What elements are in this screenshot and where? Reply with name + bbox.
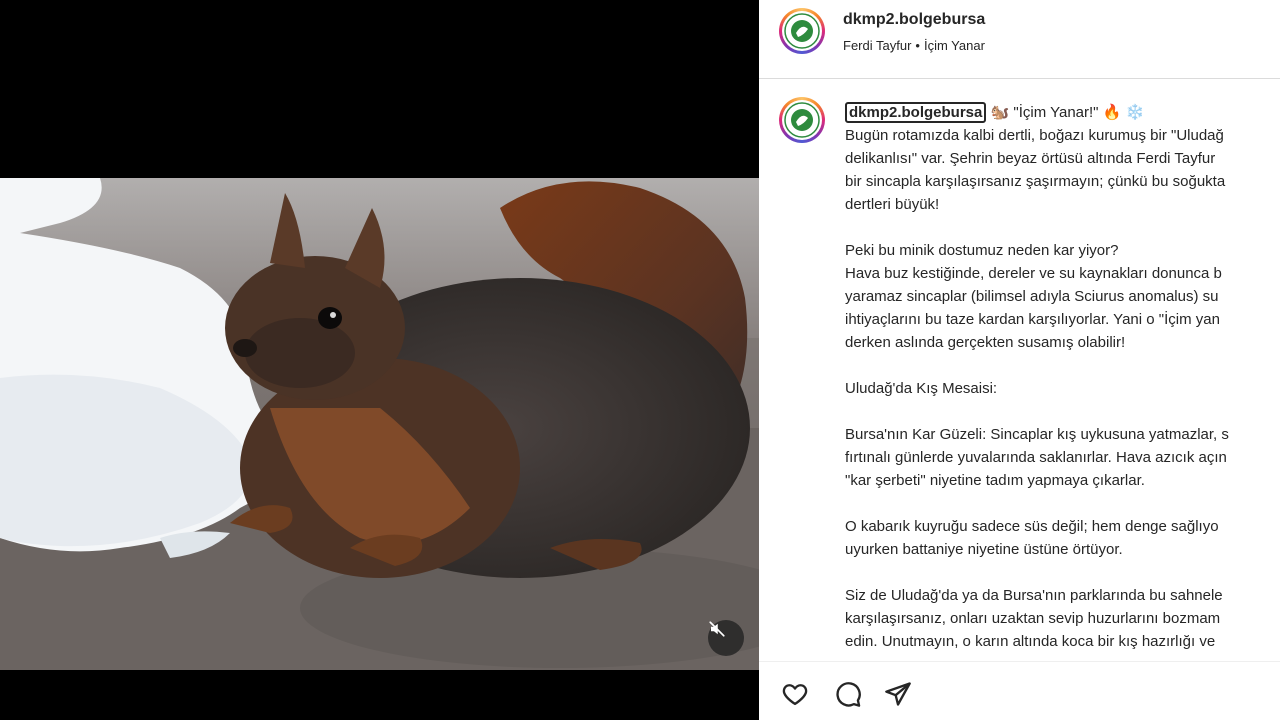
- caption-title: 🐿️ "İçim Yanar!" 🔥 ❄️: [990, 104, 1145, 121]
- caption-line: derken aslında gerçekten susamış olabili…: [845, 334, 1126, 351]
- caption-line: var: [845, 653, 1280, 660]
- caption-spacer: [845, 400, 1280, 423]
- caption-section: dkmp2.bolgebursa 🐿️ "İçim Yanar!" 🔥 ❄️ B…: [759, 79, 1280, 660]
- caption-line: edin. Unutmayın, o karın altında koca bi…: [845, 633, 1216, 650]
- squirrel-in-snow-image: [0, 178, 759, 670]
- action-bar: [759, 661, 1280, 720]
- audio-info[interactable]: Ferdi Tayfur • İçim Yanar: [843, 38, 985, 53]
- video-frame[interactable]: [0, 178, 759, 670]
- caption-spacer: [845, 561, 1280, 584]
- like-button[interactable]: [780, 679, 810, 709]
- caption-spacer: [845, 354, 1280, 377]
- heart-icon: [782, 684, 808, 706]
- caption-line: bir sincapla karşılaşırsanız şaşırmayın;…: [845, 173, 1226, 190]
- caption-text: dkmp2.bolgebursa 🐿️ "İçim Yanar!" 🔥 ❄️ B…: [845, 101, 1280, 660]
- caption-line: ihtiyaçlarını bu taze kardan karşılıyorl…: [845, 311, 1220, 328]
- caption-first-line: dkmp2.bolgebursa 🐿️ "İçim Yanar!" 🔥 ❄️: [845, 101, 1280, 124]
- caption-username[interactable]: dkmp2.bolgebursa: [845, 102, 987, 123]
- separator: •: [915, 38, 920, 53]
- post-username[interactable]: dkmp2.bolgebursa: [843, 11, 985, 29]
- caption-line: Siz de Uludağ'da ya da Bursa'nın parklar…: [845, 587, 1223, 604]
- dkmp-logo-icon: [784, 13, 820, 49]
- mute-button[interactable]: [708, 620, 744, 656]
- post-panel: dkmp2.bolgebursa Ferdi Tayfur • İçim Yanar…: [759, 0, 1280, 720]
- comment-icon: [836, 682, 861, 707]
- caption-line: Peki bu minik dostumuz neden kar yiyor?: [845, 242, 1119, 259]
- caption-avatar[interactable]: [779, 97, 825, 143]
- avatar[interactable]: [779, 8, 825, 54]
- comment-button[interactable]: [833, 679, 863, 709]
- dkmp-logo-icon: [784, 102, 820, 138]
- audio-artist: Ferdi Tayfur: [843, 38, 912, 53]
- caption-line: O kabarık kuyruğu sadece süs değil; hem …: [845, 518, 1219, 535]
- caption-line: Bursa'nın Kar Güzeli: Sincaplar kış uyku…: [845, 426, 1229, 443]
- caption-line: fırtınalı günlerde yuvalarında saklanırl…: [845, 449, 1227, 466]
- paper-plane-icon: [885, 682, 911, 706]
- post-header: dkmp2.bolgebursa Ferdi Tayfur • İçim Yanar: [759, 0, 1280, 79]
- caption-spacer: [845, 216, 1280, 239]
- caption-line: dertleri büyük!: [845, 196, 940, 213]
- caption-line: Hava buz kestiğinde, dereler ve su kayna…: [845, 265, 1222, 282]
- caption-spacer: [845, 492, 1280, 515]
- caption-line: Bugün rotamızda kalbi dertli, boğazı kur…: [845, 127, 1224, 144]
- speaker-muted-icon: [709, 621, 725, 637]
- post-media[interactable]: [0, 0, 759, 720]
- caption-line: uyurken battaniye niyetine üstüne örtüyo…: [845, 541, 1123, 558]
- caption-line: "kar şerbeti" niyetine tadım yapmaya çık…: [845, 472, 1145, 489]
- caption-line: Uludağ'da Kış Mesaisi:: [845, 380, 998, 397]
- caption-line: karşılaşırsanız, onları uzaktan sevip hu…: [845, 610, 1221, 627]
- audio-title: İçim Yanar: [923, 38, 985, 53]
- caption-line: yaramaz sincaplar (bilimsel adıyla Sciur…: [845, 288, 1219, 305]
- share-button[interactable]: [883, 679, 913, 709]
- caption-line: delikanlısı" var. Şehrin beyaz örtüsü al…: [845, 150, 1216, 167]
